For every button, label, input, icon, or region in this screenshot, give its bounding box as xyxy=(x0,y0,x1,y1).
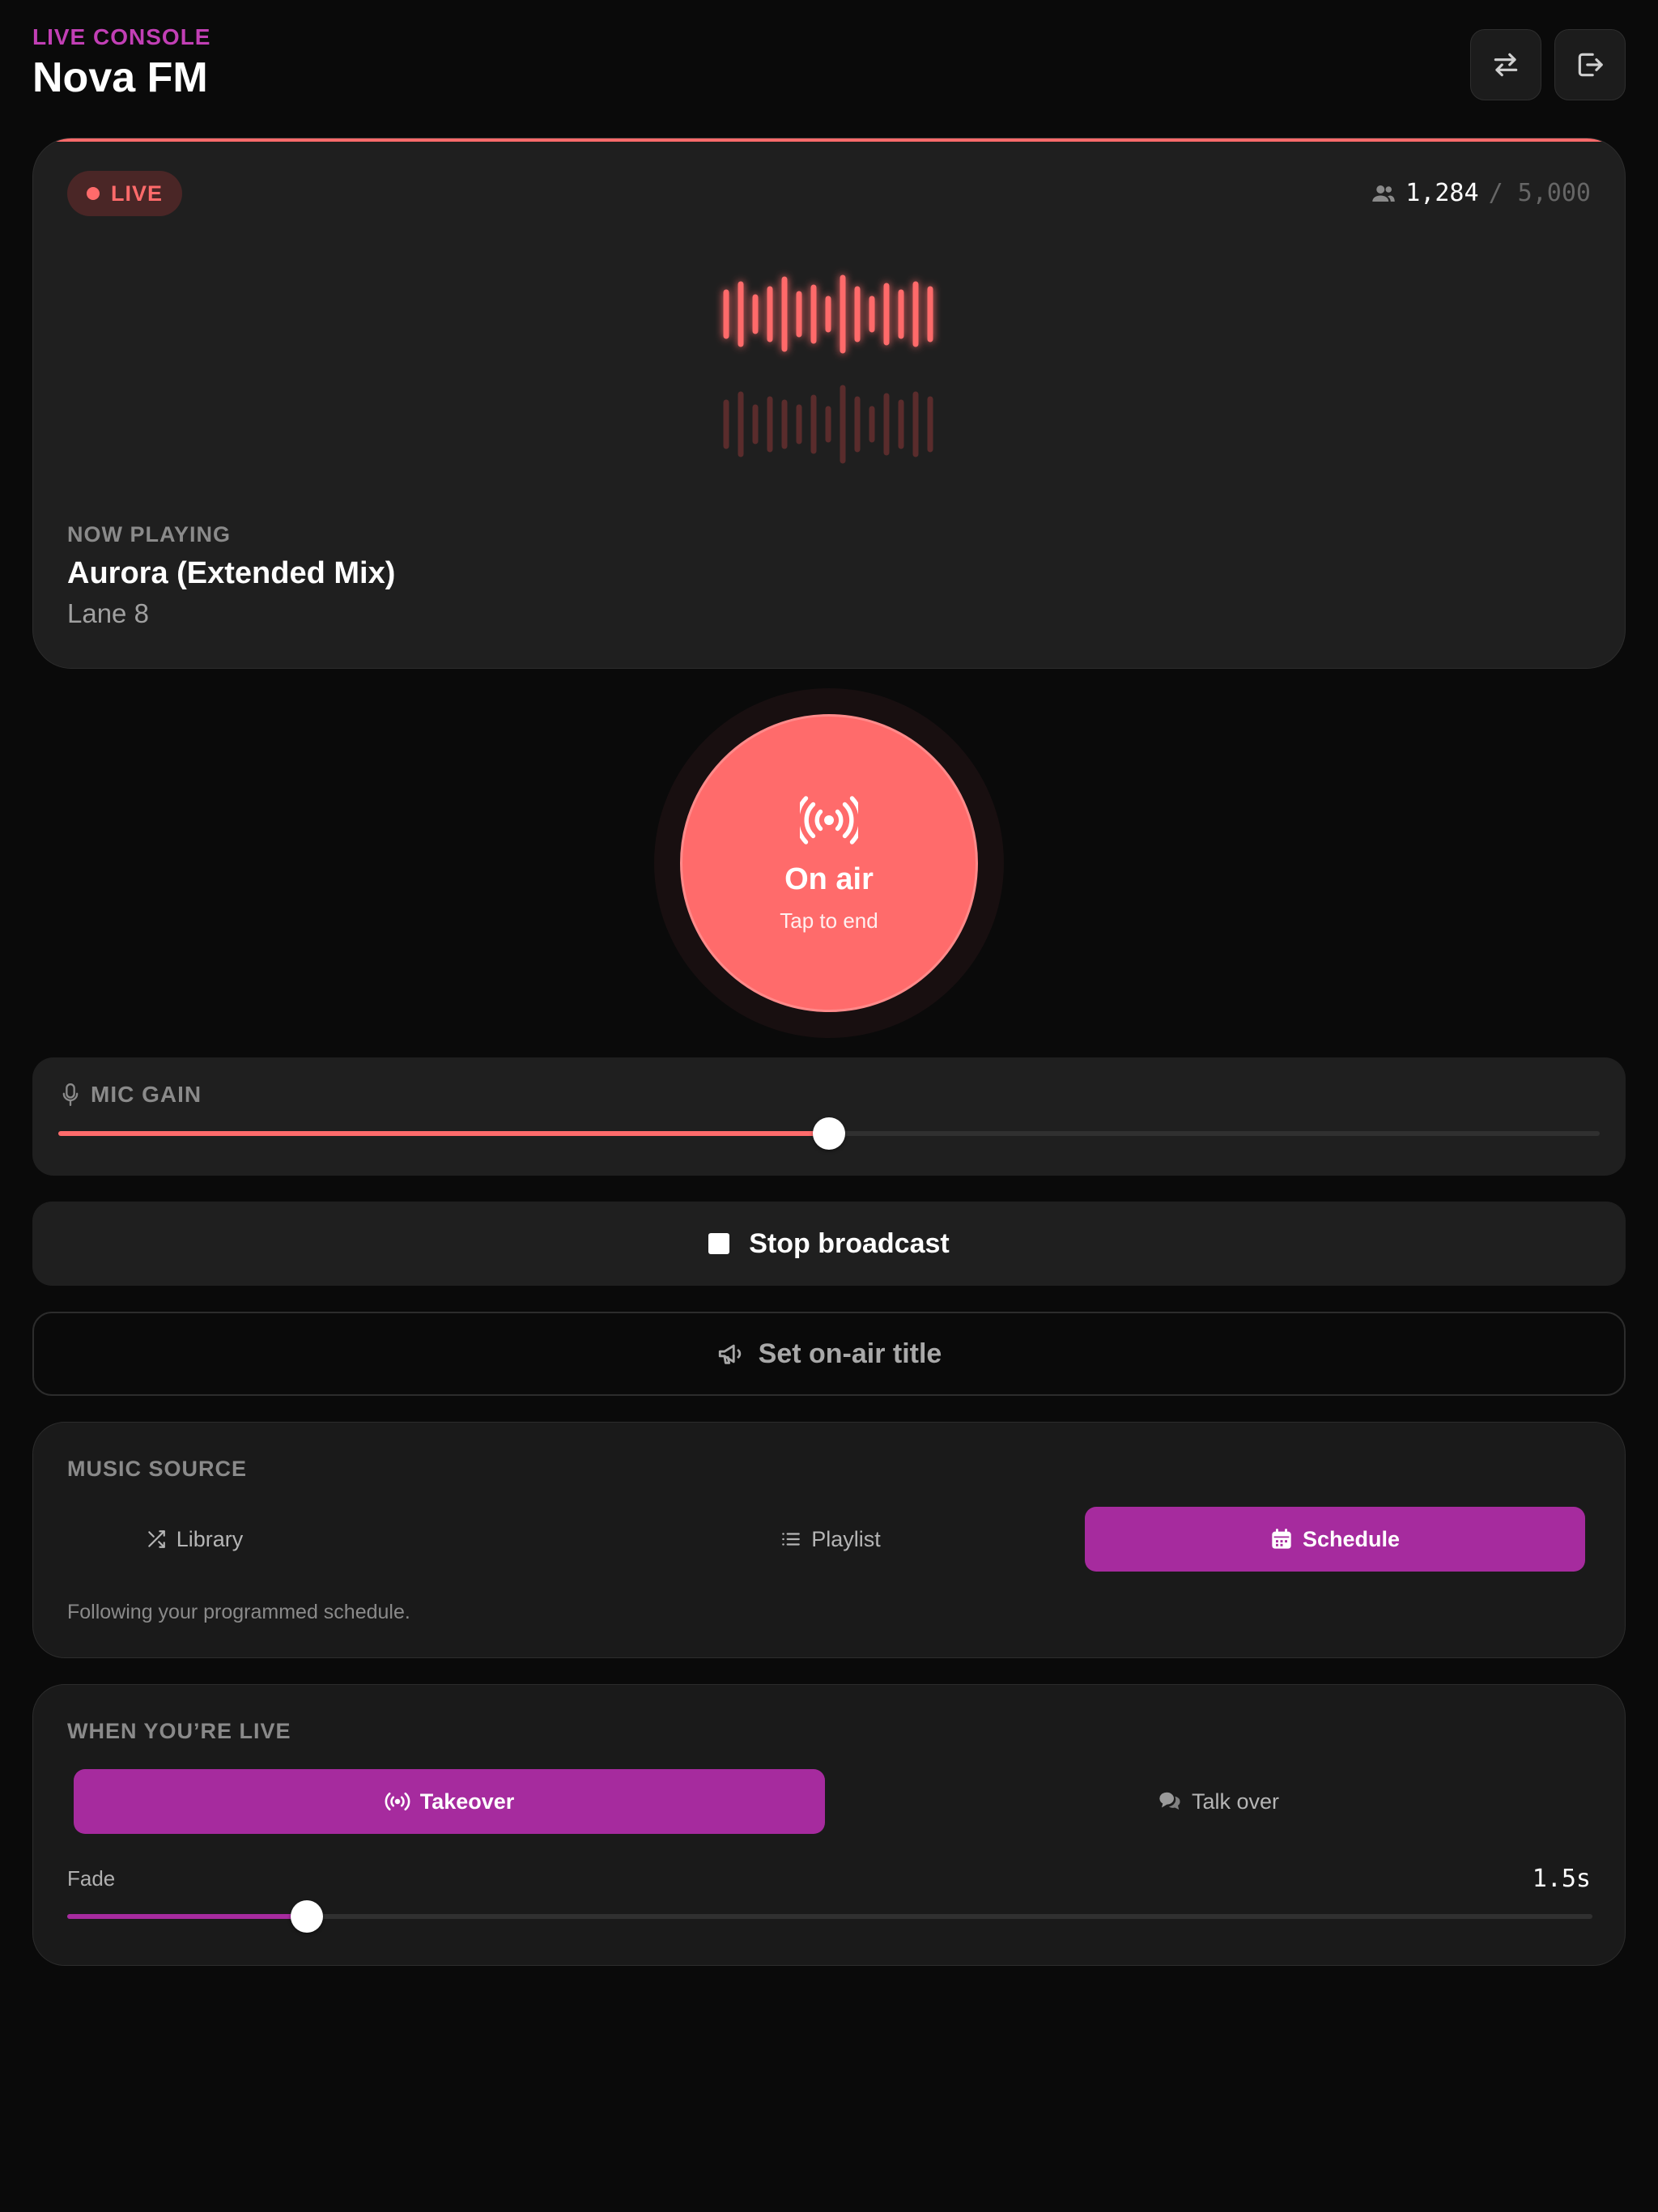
logout-icon xyxy=(1578,53,1603,77)
now-playing-label: NOW PLAYING xyxy=(67,522,232,547)
source-option-schedule[interactable]: Schedule xyxy=(1085,1507,1585,1572)
mic-gain-slider[interactable] xyxy=(58,1117,1600,1150)
source-option-playlist-label: Playlist xyxy=(811,1526,881,1551)
fade-label: Fade xyxy=(67,1866,116,1891)
now-playing-card: LIVE 1,284 / 5,000 NOW PLAYING Aurora (E… xyxy=(32,138,1626,669)
mic-gain-thumb[interactable] xyxy=(813,1117,845,1150)
broadcast-icon xyxy=(800,796,858,844)
fade-slider[interactable] xyxy=(67,1900,1592,1933)
live-mode-talkover-label: Talk over xyxy=(1191,1789,1280,1814)
fade-fill xyxy=(67,1914,307,1919)
broadcast-icon xyxy=(385,1792,410,1811)
calendar-icon xyxy=(1272,1529,1291,1549)
music-source-card: MUSIC SOURCE Library Playlist Schedule F… xyxy=(32,1422,1626,1658)
console-eyebrow: LIVE CONSOLE xyxy=(32,24,211,49)
mic-gain-text: MIC GAIN xyxy=(91,1082,202,1107)
source-option-playlist[interactable]: Playlist xyxy=(704,1507,958,1572)
onair-label: On air xyxy=(784,862,874,896)
set-title-button[interactable]: Set on-air title xyxy=(32,1312,1626,1396)
swap-icon xyxy=(1494,53,1518,77)
source-option-library-label: Library xyxy=(176,1526,244,1551)
track-title: Aurora (Extended Mix) xyxy=(67,556,396,590)
live-mode-talkover[interactable]: Talk over xyxy=(843,1769,1594,1834)
shuffle-icon xyxy=(147,1530,165,1548)
music-source-label: MUSIC SOURCE xyxy=(67,1457,248,1481)
onair-toggle-button[interactable]: On air Tap to end xyxy=(680,714,978,1012)
when-live-label: WHEN YOU’RE LIVE xyxy=(67,1719,291,1743)
stop-broadcast-label: Stop broadcast xyxy=(749,1227,950,1259)
fade-thumb[interactable] xyxy=(290,1900,323,1933)
microphone-icon xyxy=(62,1083,79,1106)
onair-sublabel: Tap to end xyxy=(780,908,878,933)
track-artist: Lane 8 xyxy=(67,598,149,628)
when-live-card: WHEN YOU’RE LIVE Takeover Talk over Fade… xyxy=(32,1684,1626,1966)
source-option-library[interactable]: Library xyxy=(67,1507,321,1572)
switch-station-button[interactable] xyxy=(1470,29,1541,100)
logout-button[interactable] xyxy=(1554,29,1626,100)
station-title: Nova FM xyxy=(32,54,208,101)
mic-gain-fill xyxy=(58,1131,829,1136)
list-icon xyxy=(782,1533,801,1546)
set-title-label: Set on-air title xyxy=(758,1338,942,1369)
stop-icon xyxy=(708,1233,730,1254)
mic-gain-card: MIC GAIN xyxy=(32,1057,1626,1176)
source-option-schedule-label: Schedule xyxy=(1302,1526,1401,1551)
stop-broadcast-button[interactable]: Stop broadcast xyxy=(32,1202,1626,1286)
live-mode-takeover-label: Takeover xyxy=(419,1789,515,1814)
music-source-note: Following your programmed schedule. xyxy=(67,1601,410,1623)
mic-gain-label: MIC GAIN xyxy=(62,1082,202,1108)
chat-icon xyxy=(1159,1792,1180,1810)
megaphone-icon xyxy=(718,1344,741,1364)
live-mode-takeover[interactable]: Takeover xyxy=(74,1769,825,1834)
fade-value: 1.5s xyxy=(1532,1865,1591,1893)
